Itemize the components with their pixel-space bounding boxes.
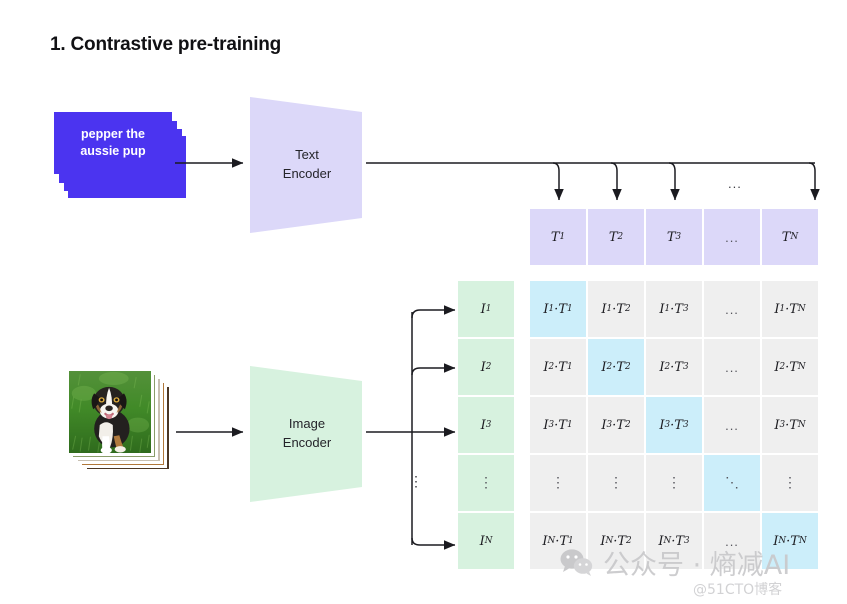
similarity-cell-r5-c3: I N ·T 3 [646,513,702,569]
similarity-cell-r3-c1: I 3 ·T 1 [530,397,586,453]
similarity-cell-r3-c4: ... [704,397,760,453]
text-encoder-block[interactable]: Text Encoder [249,96,371,234]
text-encoder-line1: Text [295,147,319,163]
image-encoder-label: Image Encoder [249,365,371,503]
similarity-cell-r5-c2: I N ·T 2 [588,513,644,569]
similarity-cell-r1-c5: I 1 ·T N [762,281,818,337]
wire-tn-drop [808,162,820,201]
similarity-cell-r1-c1: I 1 ·T 1 [530,281,586,337]
similarity-cell-r3-c3: I 3 ·T 3 [646,397,702,453]
text-embedding-cell-5: TN [762,209,818,265]
image-embedding-cell-2: I2 [458,339,514,395]
wire-i1-branch [411,305,456,319]
similarity-cell-r2-c5: I 2 ·T N [762,339,818,395]
similarity-cell-r2-c4: ... [704,339,760,395]
image-embedding-cell-3: I3 [458,397,514,453]
image-embedding-cell-5: IN [458,513,514,569]
similarity-cell-r4-c4: ⋱ [704,455,760,511]
similarity-cell-r1-c2: I 1 ·T 2 [588,281,644,337]
image-embedding-cell-4: ⋮ [458,455,514,511]
wire-t2-drop [610,162,622,201]
watermark-source-text: @51CTO博客 [693,582,783,598]
similarity-cell-r4-c3: ⋮ [646,455,702,511]
similarity-cell-r5-c5: I N ·T N [762,513,818,569]
page-title: 1. Contrastive pre-training [50,34,282,55]
wire-in-branch [411,537,456,550]
similarity-cell-r5-c1: I N ·T 1 [530,513,586,569]
image-encoder-block[interactable]: Image Encoder [249,365,371,503]
text-input-card-stack: pepper the aussie pup [54,112,186,200]
image-encoder-line1: Image [288,416,326,432]
similarity-cell-r5-c4: ... [704,513,760,569]
text-caption-line1: pepper the [81,127,145,142]
similarity-cell-r4-c2: ⋮ [588,455,644,511]
similarity-cell-r3-c2: I 3 ·T 2 [588,397,644,453]
image-embedding-cell-1: I1 [458,281,514,337]
dog-photo-illustration [69,371,151,453]
similarity-cell-r1-c3: I 1 ·T 3 [646,281,702,337]
image-encoder-line2: Encoder [282,435,332,450]
image-bus-ellipsis: ⋮ [409,473,424,489]
similarity-cell-r4-c1: ⋮ [530,455,586,511]
text-caption-line2: aussie pup [80,144,146,158]
text-embedding-cell-3: T3 [646,209,702,265]
similarity-cell-r2-c3: I 2 ·T 3 [646,339,702,395]
similarity-cell-r2-c1: I 2 ·T 1 [530,339,586,395]
text-encoder-label: Text Encoder [249,96,371,234]
text-card-front: pepper the aussie pup [54,112,172,174]
similarity-cell-r1-c4: ... [704,281,760,337]
text-bus-ellipsis: ... [728,176,742,191]
similarity-cell-r4-c5: ⋮ [762,455,818,511]
text-embedding-cell-4: ... [704,209,760,265]
photo-front-dog [66,368,154,456]
text-encoder-line2: Encoder [282,166,332,181]
text-embedding-cell-1: T1 [530,209,586,265]
similarity-cell-r3-c5: I 3 ·T N [762,397,818,453]
text-embedding-cell-2: T2 [588,209,644,265]
wire-i2-branch [411,363,456,376]
diagram-canvas: 1. Contrastive pre-training pepper the a… [0,0,847,604]
wire-t3-drop [668,162,680,201]
wire-t1-drop [552,162,564,201]
image-input-photo-stack [66,368,182,472]
similarity-cell-r2-c2: I 2 ·T 2 [588,339,644,395]
